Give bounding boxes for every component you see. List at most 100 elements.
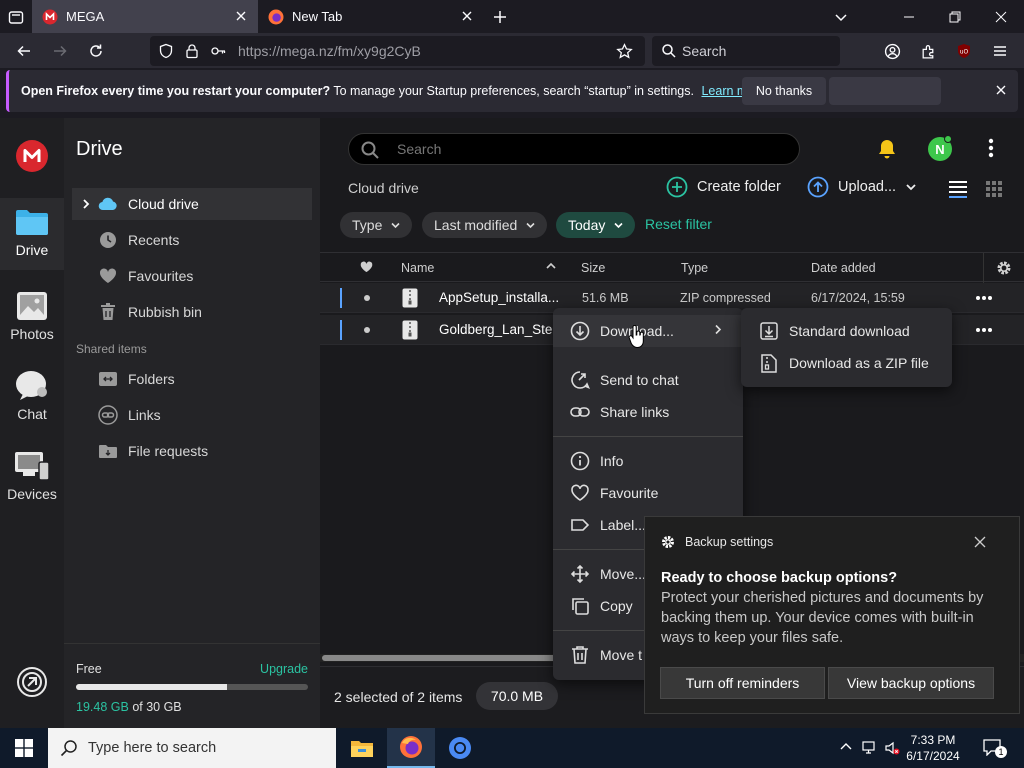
taskbar-search-box[interactable]: Type here to search [48,728,336,768]
rail-item-drive[interactable]: Drive [0,198,64,270]
scrollbar-thumb[interactable] [322,655,567,661]
sidebar-item-links[interactable]: Links [72,399,312,431]
bookmark-star-icon[interactable] [616,43,633,60]
filter-chip-today[interactable]: Today [556,212,636,238]
startup-action-button[interactable] [829,77,941,105]
menu-item-download-zip[interactable]: Download as a ZIP file [741,347,952,379]
chrome-icon[interactable] [436,728,484,768]
notifications-bell-icon[interactable] [876,138,898,160]
rail-item-devices[interactable]: Devices [0,450,64,502]
key-icon[interactable] [210,43,226,59]
column-header-type[interactable]: Type [681,261,708,275]
reload-icon[interactable] [82,37,110,65]
turn-off-reminders-button[interactable]: Turn off reminders [660,667,825,699]
sidebar-item-file-requests[interactable]: File requests [72,435,312,467]
account-icon[interactable] [878,37,906,65]
download-submenu: Standard download Download as a ZIP file [741,308,952,387]
menu-item-standard-download[interactable]: Standard download [741,315,952,347]
action-center-icon[interactable]: 1 [983,738,1007,758]
reset-filter-link[interactable]: Reset filter [645,216,712,232]
extensions-icon[interactable] [914,37,942,65]
back-icon[interactable] [10,37,38,65]
rail-item-chat[interactable]: Chat [0,370,64,422]
chat-icon [15,370,49,402]
rail-item-photos[interactable]: Photos [0,290,64,342]
upgrade-link[interactable]: Upgrade [260,662,308,676]
show-hidden-icons-chevron-icon[interactable] [839,741,853,751]
sidebar-item-shared-folders[interactable]: Folders [72,363,312,395]
favourite-column-heart-icon[interactable] [360,261,373,273]
search-icon [60,739,78,757]
taskbar-clock[interactable]: 7:33 PM 6/17/2024 [898,732,968,764]
menu-item-share-links[interactable]: Share links [553,396,743,428]
grid-view-icon[interactable] [986,181,1002,197]
column-header-date-added[interactable]: Date added [811,261,876,275]
file-type: ZIP compressed [680,291,771,305]
no-thanks-button[interactable]: No thanks [742,77,826,105]
shared-items-heading: Shared items [76,342,147,356]
sort-ascending-icon[interactable] [546,262,556,270]
chevron-right-icon[interactable] [82,198,90,210]
chip-label: Today [568,217,606,233]
chevron-down-icon [614,222,623,229]
taskbar-search-placeholder: Type here to search [88,740,217,756]
tab-new-tab[interactable]: New Tab [258,0,484,33]
tab-mega[interactable]: MEGA [32,0,258,33]
menu-hamburger-icon[interactable] [986,37,1014,65]
filter-chip-type[interactable]: Type [340,212,413,238]
more-options-icon[interactable] [988,138,994,158]
search-placeholder: Search [397,141,442,157]
close-notification-icon[interactable] [994,83,1008,97]
browser-search-field[interactable]: Search [652,36,840,66]
photos-icon [16,290,48,322]
url-bar[interactable]: https://mega.nz/fm/xy9g2CyB [150,36,645,66]
chevron-down-icon[interactable] [906,183,916,191]
restore-window-icon[interactable] [932,0,978,33]
column-settings-gear-icon[interactable] [996,260,1012,276]
drive-search-input[interactable]: Search [348,133,800,165]
filter-chip-last-modified[interactable]: Last modified [422,212,548,238]
menu-item-label: Label... [600,517,646,533]
network-icon[interactable] [862,740,878,756]
sidebar-item-cloud-drive[interactable]: Cloud drive [72,188,312,220]
file-explorer-icon[interactable] [338,728,386,768]
mega-logo-icon[interactable] [16,140,48,172]
tab-list-icon[interactable] [8,9,24,25]
sidebar-item-favourites[interactable]: Favourites [72,260,312,292]
tracking-protection-icon[interactable] [158,43,174,59]
sidebar-item-recents[interactable]: Recents [72,224,312,256]
minimize-window-icon[interactable] [886,0,932,33]
windows-start-icon[interactable] [0,728,48,768]
view-backup-options-button[interactable]: View backup options [828,667,994,699]
row-more-options-icon[interactable] [975,289,993,307]
menu-item-label: Copy [600,598,633,614]
toast-close-icon[interactable] [973,535,987,549]
url-text[interactable]: https://mega.nz/fm/xy9g2CyB [238,43,421,59]
menu-item-info[interactable]: Info [553,445,743,477]
ublock-origin-icon[interactable]: uO [950,37,978,65]
menu-item-favourite[interactable]: Favourite [553,477,743,509]
column-header-size[interactable]: Size [581,261,605,275]
close-tab-icon[interactable] [460,9,474,23]
upload-button[interactable]: Upload... [807,176,916,198]
backup-settings-toast: Backup settings Ready to choose backup o… [644,516,1020,714]
selection-size-badge: 70.0 MB [476,682,558,710]
sidebar-item-rubbish-bin[interactable]: Rubbish bin [72,296,312,328]
sidebar-item-label: Rubbish bin [128,304,202,320]
list-all-tabs-icon[interactable] [833,9,849,25]
transfers-icon[interactable] [16,666,48,698]
create-folder-button[interactable]: Create folder [666,176,781,198]
row-more-options-icon[interactable] [975,321,993,339]
menu-item-send-to-chat[interactable]: Send to chat [553,364,743,396]
breadcrumb[interactable]: Cloud drive [348,180,419,196]
close-window-icon[interactable] [978,0,1024,33]
lock-icon[interactable] [184,43,200,59]
list-view-icon[interactable] [948,180,968,198]
firefox-taskbar-icon[interactable] [387,728,435,768]
new-tab-icon[interactable] [492,9,508,25]
close-tab-icon[interactable] [234,9,248,23]
column-header-name[interactable]: Name [401,261,434,275]
toast-header: Backup settings [661,535,773,549]
send-to-chat-icon [569,369,591,391]
forward-icon[interactable] [46,37,74,65]
